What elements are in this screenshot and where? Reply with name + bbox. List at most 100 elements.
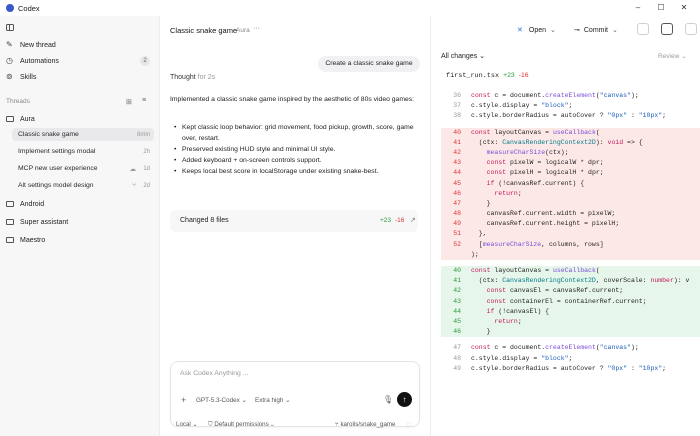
line-number: 40: [453, 267, 461, 274]
sidebar: ✎ New thread ◷ Automations 2 ⊚ Skills Th…: [0, 16, 160, 436]
thread-item[interactable]: Classic snake game 8min: [12, 128, 154, 141]
branch-icon: ⑂: [132, 182, 136, 189]
filter-label: All changes: [441, 53, 478, 60]
code-text: c.style.display = "block";: [471, 102, 573, 110]
add-attachment-icon[interactable]: +: [181, 395, 186, 405]
more-options-icon[interactable]: ···: [253, 25, 260, 32]
review-button[interactable]: Review ⌄: [658, 52, 687, 60]
diff-line-added: 41 (ctx: CanvasRenderingContext2D, cover…: [441, 276, 700, 287]
prompt-input[interactable]: Ask Codex Anything ...: [180, 370, 248, 377]
diff-line-removed: 42 measureCharSize(ctx);: [441, 147, 700, 159]
send-button[interactable]: ↑: [397, 392, 412, 407]
lines-removed: -16: [518, 72, 529, 79]
commit-icon: ⊸: [574, 27, 580, 34]
project-maestro[interactable]: Maestro: [4, 233, 154, 247]
changes-filter-dropdown[interactable]: All changes ⌄: [441, 52, 485, 60]
code-text: c.style.borderRadius = autoCover ? "0px"…: [471, 364, 667, 372]
changed-files-label: Changed 8 files: [180, 217, 229, 224]
thread-item[interactable]: Implement settings modal 2h: [12, 145, 154, 158]
open-button[interactable]: ✕ Open ⌄: [517, 23, 556, 37]
loading-spinner-icon: ◌: [406, 420, 411, 429]
codex-logo-icon: [6, 4, 14, 12]
thought-indicator[interactable]: Thought for 2s: [170, 74, 215, 81]
close-icon[interactable]: ✕: [677, 2, 691, 14]
environment-selector[interactable]: Local ⌄: [176, 421, 198, 428]
line-number: 37: [453, 102, 461, 110]
code-text: c.style.display = "block";: [471, 354, 573, 362]
diff-line-removed: 43 const pixelW = logicalW * dpr;: [441, 158, 700, 169]
commit-button[interactable]: ⊸ Commit ⌄: [574, 23, 618, 37]
minimize-icon[interactable]: –: [631, 2, 645, 14]
line-number: 41: [453, 277, 461, 285]
thread-title: Classic snake game: [18, 131, 79, 138]
code-text: (ctx: CanvasRenderingContext2D): void =>…: [471, 138, 643, 146]
diff-line-removed: 46 return;: [441, 188, 700, 199]
sidebar-toggle-icon[interactable]: [6, 24, 14, 31]
line-number: 43: [453, 297, 461, 305]
effort-selector[interactable]: Extra high ⌄: [255, 397, 290, 404]
thread-title: Implement settings modal: [18, 148, 96, 155]
lines-removed: -16: [395, 217, 405, 224]
diff-view-icon[interactable]: [661, 23, 673, 35]
filter-icon[interactable]: ≡: [142, 97, 146, 104]
code-text: if (!canvasEl) {: [486, 307, 550, 315]
assistant-response-intro: Implemented a classic snake game inspire…: [170, 96, 415, 103]
code-text: measureCharSize(ctx);: [486, 148, 569, 156]
diff-view: 36 const c = document.createElement("canv…: [441, 91, 700, 374]
line-number: 36: [453, 92, 461, 99]
permissions-label: Default permissions: [214, 421, 269, 428]
folder-icon: [6, 201, 14, 207]
effort-level: Extra high: [255, 397, 284, 404]
line-number: 41: [453, 138, 461, 146]
code-text: canvasRef.current.height = pixelH;: [471, 220, 620, 228]
split-panel-icon[interactable]: [685, 23, 697, 35]
line-number: 52: [453, 240, 461, 248]
chat-panel: Classic snake game Aura ··· Create a cla…: [160, 16, 430, 436]
line-number: 49: [453, 364, 461, 372]
thread-item[interactable]: MCP new user experience ☁ 1d: [12, 162, 154, 175]
code-text: );: [471, 250, 479, 258]
sidebar-item-automations[interactable]: ◷ Automations 2: [4, 54, 154, 68]
terminal-icon[interactable]: [637, 23, 649, 35]
line-number: 44: [453, 169, 461, 177]
project-super-assistant[interactable]: Super assistant: [4, 215, 154, 229]
model-selector[interactable]: GPT-5.3-Codex ⌄: [196, 397, 247, 404]
code-text: [measureCharSize, columns, rows]: [471, 240, 604, 248]
code-text: const containerEl = containerRef.current…: [486, 297, 647, 305]
thread-title: MCP new user experience: [18, 165, 98, 172]
thread-item[interactable]: Alt settings model design ⑂ 2d: [12, 179, 154, 192]
sidebar-item-new-thread[interactable]: ✎ New thread: [4, 38, 154, 52]
branch-icon: ⑂: [335, 421, 339, 428]
branch-name: karolis/snake_game: [340, 421, 396, 428]
lines-added: +23: [380, 217, 392, 224]
code-text: return;: [494, 189, 522, 197]
line-number: 46: [453, 189, 461, 197]
project-label: Aura: [236, 27, 250, 34]
list-item: Kept classic loop behavior: grid movemen…: [174, 122, 419, 144]
microphone-icon[interactable]: 🎙: [383, 395, 393, 404]
diff-line-added: 44 if (!canvasEl) {: [441, 306, 700, 317]
code-text: const c = document.createElement("canvas…: [471, 92, 639, 99]
maximize-icon[interactable]: ☐: [654, 2, 668, 14]
project-android[interactable]: Android: [4, 197, 154, 211]
lines-added: +23: [503, 72, 515, 79]
changed-files-card[interactable]: Changed 8 files +23 -16 ↗: [170, 210, 418, 232]
expand-icon[interactable]: ↗: [410, 216, 416, 224]
permissions-selector[interactable]: ⛉ Default permissions ⌄: [208, 421, 274, 429]
folder-icon: [6, 116, 14, 122]
thought-label: Thought: [170, 74, 196, 81]
branch-selector[interactable]: ⑂ karolis/snake_game: [335, 421, 395, 428]
project-aura[interactable]: Aura: [4, 112, 154, 126]
sidebar-item-skills[interactable]: ⊚ Skills: [4, 70, 154, 84]
threads-section-label: Threads: [6, 98, 30, 105]
cloud-upload-icon: ☁: [129, 165, 137, 173]
thread-time: 2d: [143, 182, 150, 189]
project-name: Aura: [20, 115, 35, 123]
thread-time: 1d: [143, 165, 150, 172]
thread-time: 2h: [143, 148, 150, 155]
code-text: return;: [494, 317, 522, 325]
new-folder-icon[interactable]: ⊞: [126, 98, 132, 106]
code-text: const layoutCanvas = useCallback(: [471, 267, 600, 274]
diff-file-header[interactable]: first_run.tsx +23 -16: [446, 72, 529, 80]
diff-line-context: 49 c.style.borderRadius = autoCover ? "0p…: [441, 364, 700, 374]
